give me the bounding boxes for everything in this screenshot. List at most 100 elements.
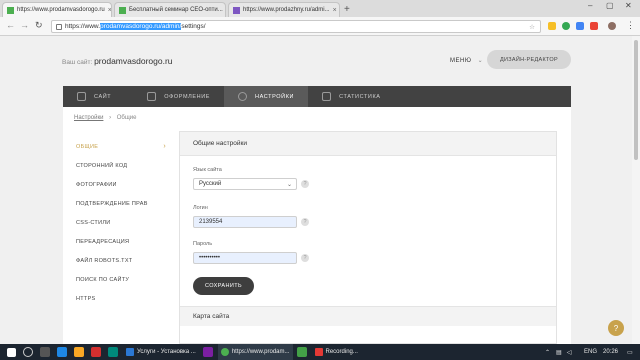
nav-label: ОФОРМЛЕНИЕ [164, 93, 211, 100]
side-item-general[interactable]: ОБЩИЕ › [76, 137, 166, 156]
nav-tab-site[interactable]: САЙТ [63, 86, 125, 107]
page-viewport: Ваш сайт: prodamvasdorogo.ru МЕНЮ ⌄ ДИЗА… [0, 36, 640, 344]
nav-tab-statistics[interactable]: СТАТИСТИКА [308, 86, 395, 107]
help-icon[interactable]: ? [301, 218, 309, 226]
taskbar: Услуги - Установка ... https://www.proda… [0, 344, 640, 360]
nav-tab-design[interactable]: ОФОРМЛЕНИЕ [125, 86, 224, 107]
profile-avatar[interactable] [608, 22, 616, 30]
back-icon[interactable]: ← [6, 20, 15, 30]
url-selection: prodamvasdorogo.ru/admin/ [100, 23, 182, 30]
site-icon [77, 92, 86, 101]
notifications-icon[interactable]: ▭ [627, 344, 633, 360]
volume-icon[interactable]: ◁ [567, 349, 572, 356]
nav-label: САЙТ [94, 93, 112, 100]
word-icon [126, 348, 134, 356]
side-item-css[interactable]: CSS-СТИЛИ [76, 213, 166, 232]
side-item-redirects[interactable]: ПЕРЕАДРЕСАЦИЯ [76, 232, 166, 251]
side-item-site-search[interactable]: ПОИСК ПО САЙТУ [76, 270, 166, 289]
side-item-label: СТОРОННИЙ КОД [76, 162, 128, 169]
taskbar-item[interactable]: Услуги - Установка ... [123, 344, 199, 360]
scrollbar-thumb[interactable] [634, 40, 638, 160]
extension-icon[interactable] [562, 22, 570, 30]
explorer-icon[interactable] [74, 347, 84, 357]
side-item-custom-code[interactable]: СТОРОННИЙ КОД [76, 156, 166, 175]
site-name[interactable]: prodamvasdorogo.ru [94, 56, 172, 66]
taskbar-item-active[interactable]: https://www.prodam... [217, 344, 293, 360]
address-bar[interactable]: https://www. prodamvasdorogo.ru/admin/set… [51, 20, 541, 33]
extension-icon[interactable] [548, 22, 556, 30]
menu-label: МЕНЮ [450, 58, 472, 64]
tray-chevron-icon[interactable]: ⌃ [545, 349, 550, 356]
password-field[interactable]: •••••••••• [193, 252, 297, 264]
close-window-icon[interactable]: ✕ [625, 1, 632, 10]
brush-icon [147, 92, 157, 101]
settings-side-menu: ОБЩИЕ › СТОРОННИЙ КОД ФОТОГРАФИИ ПОДТВЕР… [76, 137, 166, 308]
app-icon[interactable] [108, 347, 118, 357]
chrome-icon [220, 348, 229, 356]
browser-tab-active[interactable]: https://www.prodamvasdorogo.ru × [2, 2, 112, 17]
side-item-verification[interactable]: ПОДТВЕРЖДЕНИЕ ПРАВ [76, 194, 166, 213]
task-view-icon[interactable] [40, 347, 50, 357]
save-button[interactable]: СОХРАНИТЬ [193, 277, 254, 295]
taskbar-item-label: Recording... [325, 349, 358, 355]
taskbar-item[interactable]: Recording... [312, 344, 361, 360]
nav-tab-settings[interactable]: НАСТРОЙКИ [224, 86, 309, 107]
design-editor-button[interactable]: ДИЗАЙН-РЕДАКТОР [487, 50, 571, 69]
side-item-label: ПОДТВЕРЖДЕНИЕ ПРАВ [76, 200, 148, 207]
language-select[interactable]: Русский ⌄ [193, 178, 297, 190]
login-label: Логин [193, 205, 208, 211]
chevron-down-icon: ⌄ [286, 181, 292, 188]
new-tab-button[interactable]: + [344, 4, 350, 15]
help-icon[interactable]: ? [301, 180, 309, 188]
tab-title: https://www.prodazhny.ru/admi... [243, 7, 330, 13]
site-favicon-icon [233, 6, 240, 14]
extension-icon[interactable] [576, 22, 584, 30]
main-nav: САЙТ ОФОРМЛЕНИЕ НАСТРОЙКИ СТАТИСТИКА [63, 86, 571, 107]
side-item-label: CSS-СТИЛИ [76, 219, 111, 226]
close-tab-icon[interactable]: × [223, 7, 225, 14]
side-item-label: ПЕРЕАДРЕСАЦИЯ [76, 238, 130, 245]
general-settings-panel: Общие настройки Язык сайта Русский ⌄ ? Л… [179, 131, 557, 344]
close-tab-icon[interactable]: × [330, 7, 337, 14]
windows-start-icon[interactable] [7, 347, 16, 357]
side-item-photos[interactable]: ФОТОГРАФИИ [76, 175, 166, 194]
breadcrumb-current: Общие [116, 115, 137, 121]
page-scrollbar[interactable] [632, 36, 640, 344]
language-indicator[interactable]: ENG [584, 344, 597, 360]
help-chat-button[interactable]: ? [608, 320, 624, 336]
sitemap-section-title[interactable]: Карта сайта [180, 306, 556, 326]
search-icon[interactable] [23, 347, 33, 357]
forward-icon[interactable]: → [20, 20, 29, 30]
help-icon[interactable]: ? [301, 254, 309, 262]
clock[interactable]: 20:26 [603, 344, 618, 360]
browser-tab[interactable]: https://www.prodazhny.ru/admi... × [228, 2, 340, 17]
reload-icon[interactable]: ↻ [35, 20, 43, 31]
site-favicon-icon [119, 6, 126, 14]
side-item-robots[interactable]: ФАЙЛ ROBOTS.TXT [76, 251, 166, 270]
login-field[interactable]: 2139554 [193, 216, 297, 228]
site-favicon-icon [7, 6, 14, 14]
side-item-https[interactable]: HTTPS [76, 289, 166, 308]
browser-tab[interactable]: Бесплатный семинар СЕО-опти... × [114, 2, 226, 17]
panel-title: Общие настройки [180, 132, 556, 156]
close-tab-icon[interactable]: × [105, 7, 111, 14]
extension-icon[interactable] [590, 22, 598, 30]
chevron-right-icon: › [163, 143, 166, 150]
app-icon[interactable] [296, 347, 307, 357]
app-icon[interactable] [202, 347, 213, 357]
app-icon[interactable] [91, 347, 101, 357]
side-item-label: ФОТОГРАФИИ [76, 181, 117, 188]
site-info: Ваш сайт: prodamvasdorogo.ru [62, 56, 173, 66]
recorder-icon [314, 348, 323, 356]
edge-icon[interactable] [57, 347, 67, 357]
network-icon[interactable]: ▤ [556, 349, 562, 356]
minimize-icon[interactable]: – [588, 1, 592, 10]
breadcrumb-settings-link[interactable]: Настройки [74, 115, 103, 121]
chart-icon [322, 92, 332, 101]
maximize-icon[interactable]: ▢ [606, 1, 614, 10]
url-prefix: https://www. [65, 23, 101, 30]
bookmark-star-icon[interactable]: ☆ [529, 23, 535, 31]
site-label: Ваш сайт: [62, 59, 93, 66]
browser-menu-icon[interactable]: ⋮ [626, 20, 635, 31]
menu-dropdown[interactable]: МЕНЮ ⌄ [450, 57, 483, 64]
